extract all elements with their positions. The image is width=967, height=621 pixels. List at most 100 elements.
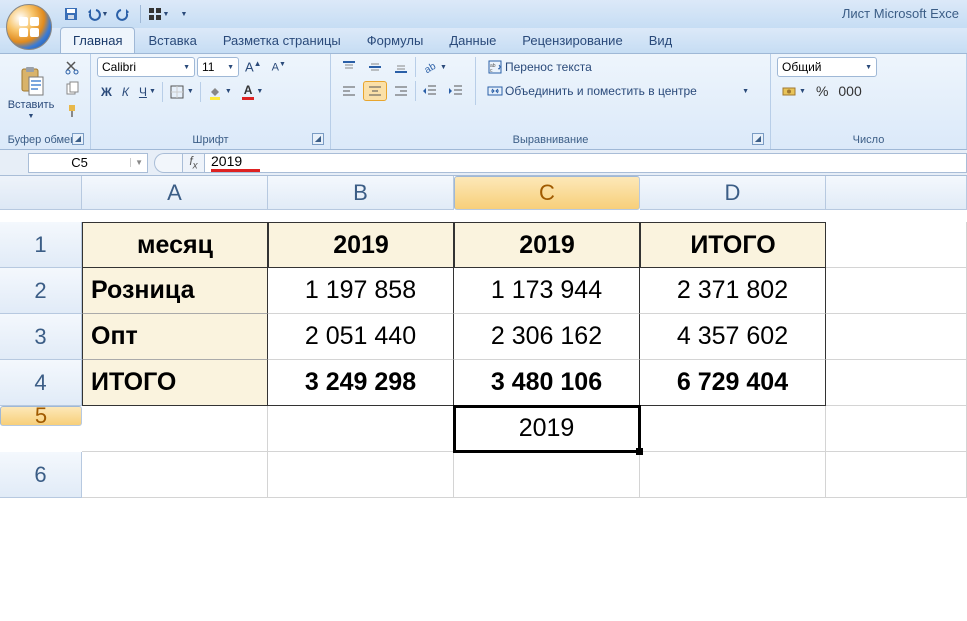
copy-button[interactable] bbox=[60, 79, 84, 99]
cell-b6[interactable] bbox=[268, 452, 454, 498]
fx-cancel[interactable] bbox=[154, 153, 182, 173]
cell-c5[interactable]: 2019 bbox=[454, 406, 640, 452]
font-name-select[interactable]: Calibri▼ bbox=[97, 57, 195, 77]
underline-button[interactable]: Ч▼ bbox=[135, 83, 160, 101]
office-button[interactable] bbox=[6, 4, 52, 50]
tab-review[interactable]: Рецензирование bbox=[509, 27, 635, 53]
number-format-select[interactable]: Общий▼ bbox=[777, 57, 877, 77]
align-left-button[interactable] bbox=[337, 81, 361, 101]
cell-b2[interactable]: 1 197 858 bbox=[268, 268, 454, 314]
formula-value: 2019 bbox=[211, 153, 242, 169]
cell-b4[interactable]: 3 249 298 bbox=[268, 360, 454, 406]
col-header-a[interactable]: A bbox=[82, 176, 268, 210]
group-alignment-label: Выравнивание bbox=[513, 134, 589, 146]
align-right-button[interactable] bbox=[389, 81, 413, 101]
worksheet-grid[interactable]: A B C D 1 месяц 2019 2019 ИТОГО 2 Розниц… bbox=[0, 176, 967, 498]
increase-font-button[interactable]: A▲ bbox=[241, 57, 266, 76]
cell-b5[interactable] bbox=[268, 406, 454, 452]
row-header-3[interactable]: 3 bbox=[0, 314, 82, 360]
cell-d5[interactable] bbox=[640, 406, 826, 452]
align-bottom-button[interactable] bbox=[389, 57, 413, 77]
tab-home[interactable]: Главная bbox=[60, 27, 135, 53]
row-header-4[interactable]: 4 bbox=[0, 360, 82, 406]
title-bar: ▼ ▼ ▼ Лист Microsoft Exce bbox=[0, 0, 967, 28]
cell-c6[interactable] bbox=[454, 452, 640, 498]
cell-d4[interactable]: 6 729 404 bbox=[640, 360, 826, 406]
cut-button[interactable] bbox=[60, 57, 84, 77]
tab-view[interactable]: Вид bbox=[636, 27, 686, 53]
cell-a5[interactable] bbox=[82, 406, 268, 452]
align-center-button[interactable] bbox=[363, 81, 387, 101]
borders-button[interactable]: ▼ bbox=[165, 82, 198, 102]
cell-c1[interactable]: 2019 bbox=[454, 222, 640, 268]
undo-button[interactable]: ▼ bbox=[86, 3, 108, 25]
row-header-5[interactable]: 5 bbox=[0, 406, 82, 426]
cell-d3[interactable]: 4 357 602 bbox=[640, 314, 826, 360]
tab-formulas[interactable]: Формулы bbox=[354, 27, 437, 53]
format-painter-button[interactable] bbox=[60, 101, 84, 121]
bold-button[interactable]: Ж bbox=[97, 83, 116, 101]
align-bottom-icon bbox=[393, 59, 409, 75]
merge-center-button[interactable]: Объединить и поместить в центре ▼ bbox=[483, 81, 753, 101]
cell-c3[interactable]: 2 306 162 bbox=[454, 314, 640, 360]
cell-b1[interactable]: 2019 bbox=[268, 222, 454, 268]
copy-icon bbox=[64, 81, 80, 97]
alignment-dialog-launcher[interactable]: ◢ bbox=[752, 133, 764, 145]
tab-data[interactable]: Данные bbox=[436, 27, 509, 53]
font-size-select[interactable]: 11▼ bbox=[197, 57, 239, 77]
cell-d6[interactable] bbox=[640, 452, 826, 498]
window-title: Лист Microsoft Exce bbox=[842, 6, 959, 21]
cell-b3[interactable]: 2 051 440 bbox=[268, 314, 454, 360]
cell-e1[interactable] bbox=[826, 222, 967, 268]
cell-e2[interactable] bbox=[826, 268, 967, 314]
percent-icon: % bbox=[816, 83, 828, 99]
cell-a3[interactable]: Опт bbox=[82, 314, 268, 360]
name-box[interactable]: C5 ▼ bbox=[28, 153, 148, 173]
bold-icon: Ж bbox=[101, 85, 112, 99]
cell-a6[interactable] bbox=[82, 452, 268, 498]
cell-c4[interactable]: 3 480 106 bbox=[454, 360, 640, 406]
row-header-2[interactable]: 2 bbox=[0, 268, 82, 314]
font-color-button[interactable]: A▼ bbox=[238, 81, 268, 102]
decrease-indent-button[interactable] bbox=[418, 81, 442, 101]
align-middle-button[interactable] bbox=[363, 57, 387, 77]
italic-button[interactable]: К bbox=[118, 83, 133, 101]
comma-button[interactable]: 000 bbox=[834, 81, 865, 101]
redo-button[interactable] bbox=[112, 3, 134, 25]
cell-e6[interactable] bbox=[826, 452, 967, 498]
increase-indent-button[interactable] bbox=[444, 81, 468, 101]
col-header-c[interactable]: C bbox=[454, 176, 640, 210]
cell-d1[interactable]: ИТОГО bbox=[640, 222, 826, 268]
qat-customize[interactable]: ▼ bbox=[173, 3, 195, 25]
cell-e5[interactable] bbox=[826, 406, 967, 452]
font-dialog-launcher[interactable]: ◢ bbox=[312, 133, 324, 145]
save-button[interactable] bbox=[60, 3, 82, 25]
decrease-font-button[interactable]: A▼ bbox=[268, 59, 290, 76]
fx-button[interactable]: fx bbox=[182, 153, 204, 173]
orientation-button[interactable]: ab▼ bbox=[418, 57, 451, 77]
cell-a2[interactable]: Розница bbox=[82, 268, 268, 314]
paste-button[interactable]: Вставить ▼ bbox=[6, 57, 56, 127]
col-header-b[interactable]: B bbox=[268, 176, 454, 210]
col-header-d[interactable]: D bbox=[640, 176, 826, 210]
col-header-e[interactable] bbox=[826, 176, 967, 210]
cell-c2[interactable]: 1 173 944 bbox=[454, 268, 640, 314]
cell-a1[interactable]: месяц bbox=[82, 222, 268, 268]
fill-color-button[interactable]: ▼ bbox=[203, 82, 236, 102]
tab-page-layout[interactable]: Разметка страницы bbox=[210, 27, 354, 53]
cell-a4[interactable]: ИТОГО bbox=[82, 360, 268, 406]
clipboard-dialog-launcher[interactable]: ◢ bbox=[72, 133, 84, 145]
tab-insert[interactable]: Вставка bbox=[135, 27, 209, 53]
align-top-button[interactable] bbox=[337, 57, 361, 77]
formula-input[interactable]: 2019 bbox=[204, 153, 967, 173]
currency-button[interactable]: ▼ bbox=[777, 81, 810, 101]
select-all-corner[interactable] bbox=[0, 176, 82, 210]
cell-d2[interactable]: 2 371 802 bbox=[640, 268, 826, 314]
row-header-6[interactable]: 6 bbox=[0, 452, 82, 498]
row-header-1[interactable]: 1 bbox=[0, 222, 82, 268]
percent-button[interactable]: % bbox=[812, 81, 832, 101]
cell-e3[interactable] bbox=[826, 314, 967, 360]
qat-grid-button[interactable]: ▼ bbox=[147, 3, 169, 25]
cell-e4[interactable] bbox=[826, 360, 967, 406]
wrap-text-button[interactable]: abc Перенос текста bbox=[483, 57, 753, 77]
